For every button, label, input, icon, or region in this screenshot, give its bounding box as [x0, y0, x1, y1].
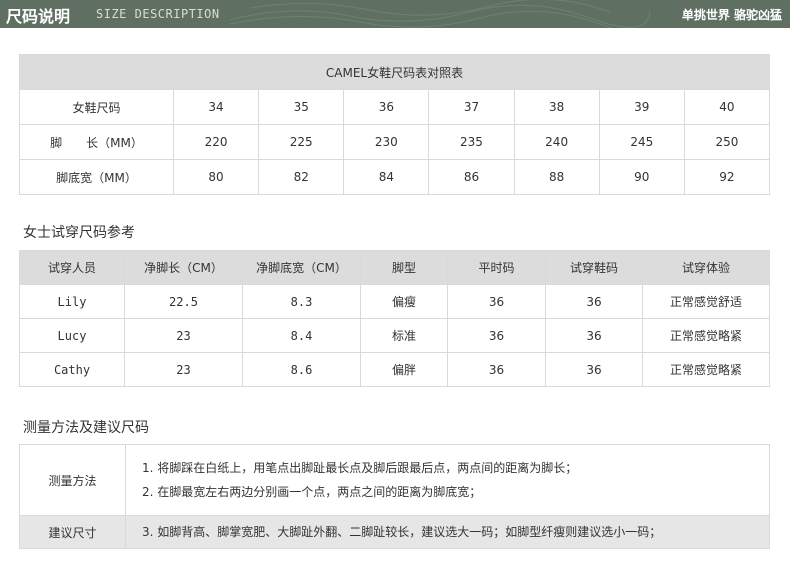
advice-label: 建议尺寸	[19, 515, 126, 549]
table-row: Lily 22.5 8.3 偏瘦 36 36 正常感觉舒适	[19, 284, 770, 319]
column-header: 净脚长（CM）	[124, 250, 243, 285]
table-row: Cathy 23 8.6 偏胖 36 36 正常感觉略紧	[19, 352, 770, 387]
column-header: 试穿人员	[19, 250, 125, 285]
table-cell: 90	[598, 159, 685, 195]
header-bar: 尺码说明 SIZE DESCRIPTION 单挑世界 骆驼凶猛	[0, 0, 790, 28]
header-slogan: 单挑世界 骆驼凶猛	[681, 8, 782, 22]
table-cell: 86	[428, 159, 515, 195]
table-cell: 36	[447, 284, 546, 319]
table-row: 女鞋尺码 34 35 36 37 38 39 40	[19, 89, 771, 125]
table-cell: 220	[172, 124, 260, 160]
table-cell: 80	[172, 159, 260, 195]
column-header: 净脚底宽（CM）	[242, 250, 361, 285]
table-cell: 8.4	[242, 318, 361, 353]
header-title: 尺码说明	[6, 7, 71, 26]
measure-section-title: 测量方法及建议尺码	[23, 420, 149, 436]
advice-text: 3. 如脚背高、脚掌宽肥、大脚趾外翻、二脚趾较长，建议选大一码；如脚型纤瘦则建议…	[125, 515, 770, 549]
trial-section-title: 女士试穿尺码参考	[23, 225, 135, 241]
table-cell: 偏胖	[360, 352, 448, 387]
method-label: 测量方法	[19, 444, 126, 516]
column-header: 平时码	[447, 250, 546, 285]
table-cell: 36	[447, 352, 546, 387]
table-cell: 正常感觉略紧	[642, 352, 770, 387]
size-chart-table: CAMEL女鞋尺码表对照表 女鞋尺码 34 35 36 37 38 39 40 …	[19, 54, 771, 195]
table-cell: 36	[545, 318, 643, 353]
table-cell: 225	[258, 124, 345, 160]
measure-method-table: 测量方法 1. 将脚踩在白纸上，用笔点出脚趾最长点及脚后跟最后点，两点间的距离为…	[19, 444, 770, 549]
table-cell: 250	[683, 124, 771, 160]
table-cell: 标准	[360, 318, 448, 353]
row-label: 脚底宽（MM）	[19, 159, 174, 195]
table-cell: 82	[258, 159, 345, 195]
table-cell: 22.5	[124, 284, 243, 319]
table-cell: 8.3	[242, 284, 361, 319]
table-cell: 23	[124, 352, 243, 387]
table-cell: 88	[513, 159, 600, 195]
table-cell: Lily	[19, 284, 125, 319]
table-cell: 正常感觉舒适	[642, 284, 770, 319]
table-cell: 35	[258, 89, 345, 125]
table-cell: 39	[598, 89, 685, 125]
table-row: 建议尺寸 3. 如脚背高、脚掌宽肥、大脚趾外翻、二脚趾较长，建议选大一码；如脚型…	[19, 515, 770, 549]
column-header: 试穿鞋码	[545, 250, 643, 285]
row-label: 女鞋尺码	[19, 89, 174, 125]
table-cell: 34	[172, 89, 260, 125]
table-cell: 240	[513, 124, 600, 160]
table-row: Lucy 23 8.4 标准 36 36 正常感觉略紧	[19, 318, 770, 353]
table-row: 脚底宽（MM） 80 82 84 86 88 90 92	[19, 159, 771, 195]
table-cell: 23	[124, 318, 243, 353]
size-chart-caption: CAMEL女鞋尺码表对照表	[19, 54, 770, 90]
table-cell: 36	[447, 318, 546, 353]
table-cell: 235	[428, 124, 515, 160]
table-header-row: 试穿人员 净脚长（CM） 净脚底宽（CM） 脚型 平时码 试穿鞋码 试穿体验	[19, 250, 770, 285]
table-row: 脚 长（MM） 220 225 230 235 240 245 250	[19, 124, 771, 160]
trial-size-table: 试穿人员 净脚长（CM） 净脚底宽（CM） 脚型 平时码 试穿鞋码 试穿体验 L…	[19, 250, 770, 387]
table-cell: 92	[683, 159, 771, 195]
table-cell: 36	[545, 284, 643, 319]
column-header: 试穿体验	[642, 250, 770, 285]
table-cell: 36	[343, 89, 430, 125]
size-chart-caption-row: CAMEL女鞋尺码表对照表	[19, 54, 770, 90]
table-cell: Lucy	[19, 318, 125, 353]
table-cell: 37	[428, 89, 515, 125]
method-line-1: 1. 将脚踩在白纸上，用笔点出脚趾最长点及脚后跟最后点，两点间的距离为脚长；	[142, 461, 578, 475]
table-cell: 40	[683, 89, 771, 125]
table-cell: Cathy	[19, 352, 125, 387]
method-text: 1. 将脚踩在白纸上，用笔点出脚趾最长点及脚后跟最后点，两点间的距离为脚长； 2…	[125, 444, 770, 516]
contour-pattern-decoration	[230, 0, 650, 28]
table-cell: 36	[545, 352, 643, 387]
column-header: 脚型	[360, 250, 448, 285]
row-label: 脚 长（MM）	[19, 124, 174, 160]
table-cell: 84	[343, 159, 430, 195]
header-subtitle: SIZE DESCRIPTION	[96, 7, 220, 21]
table-cell: 正常感觉略紧	[642, 318, 770, 353]
table-cell: 38	[513, 89, 600, 125]
table-cell: 230	[343, 124, 430, 160]
table-cell: 245	[598, 124, 685, 160]
method-line-2: 2. 在脚最宽左右两边分别画一个点，两点之间的距离为脚底宽；	[142, 485, 482, 499]
table-cell: 偏瘦	[360, 284, 448, 319]
table-row: 测量方法 1. 将脚踩在白纸上，用笔点出脚趾最长点及脚后跟最后点，两点间的距离为…	[19, 444, 770, 516]
table-cell: 8.6	[242, 352, 361, 387]
